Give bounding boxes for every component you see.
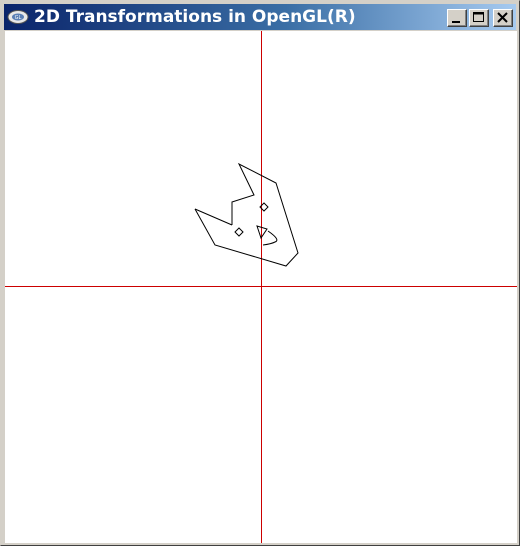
app-window: GL 2D Transformations in OpenGL(R) [0, 0, 520, 546]
opengl-app-icon[interactable]: GL [7, 9, 29, 25]
opengl-canvas[interactable] [5, 31, 517, 543]
face-outline [194, 162, 299, 267]
left-eye [234, 227, 244, 237]
mouth [262, 230, 278, 246]
transformed-face-shape [194, 162, 299, 267]
close-button[interactable] [493, 9, 513, 27]
svg-text:GL: GL [15, 15, 22, 21]
face-outline-close [194, 208, 233, 226]
minimize-icon [452, 21, 460, 23]
title-bar[interactable]: GL 2D Transformations in OpenGL(R) [4, 4, 516, 30]
window-title: 2D Transformations in OpenGL(R) [34, 7, 356, 27]
maximize-button[interactable] [469, 9, 489, 27]
close-icon [497, 12, 508, 23]
minimize-button[interactable] [447, 9, 467, 27]
drawing-surface [5, 31, 517, 543]
maximize-icon [473, 12, 484, 22]
